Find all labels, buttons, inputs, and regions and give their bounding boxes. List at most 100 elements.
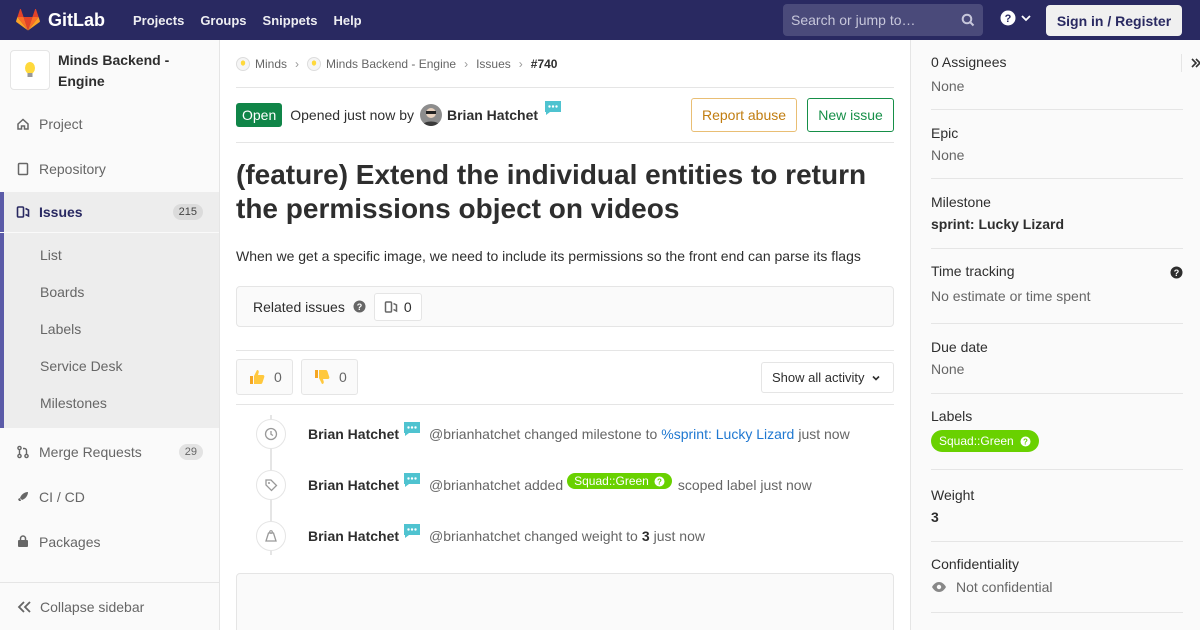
project-header[interactable]: Minds Backend - Engine: [0, 40, 219, 102]
expand-sidebar-button[interactable]: [1181, 54, 1200, 72]
nav-groups[interactable]: Groups: [192, 13, 254, 28]
subnav-milestones[interactable]: Milestones: [40, 395, 107, 411]
new-issue-button[interactable]: New issue: [807, 98, 894, 132]
author-avatar[interactable]: [420, 104, 442, 126]
breadcrumb-label: Minds: [255, 56, 288, 71]
svg-text:?: ?: [657, 477, 662, 486]
sidebar-item-repository[interactable]: Repository: [0, 149, 219, 189]
issues-icon: [16, 205, 30, 219]
due-date-title: Due date: [931, 339, 988, 355]
search-placeholder: Search or jump to…: [791, 12, 916, 28]
sidebar-item-label: Issues: [39, 204, 83, 220]
breadcrumb-issue-number[interactable]: #740: [531, 57, 558, 71]
search-input[interactable]: Search or jump to…: [783, 4, 983, 36]
question-icon[interactable]: ?: [353, 300, 366, 313]
comment-form[interactable]: [236, 573, 894, 630]
related-count-value: 0: [403, 298, 412, 315]
label-badge[interactable]: Squad::Green ?: [931, 430, 1039, 452]
sidebar-item-project[interactable]: Project: [0, 104, 219, 144]
timeline-note: Brian Hatchet @brianhatchet changed mile…: [236, 419, 894, 449]
nav-help[interactable]: Help: [325, 13, 369, 28]
thumbs-up-button[interactable]: 0: [236, 359, 293, 395]
chevron-down-icon: [1021, 15, 1031, 22]
report-abuse-button[interactable]: Report abuse: [691, 98, 797, 132]
breadcrumb: Minds › Minds Backend - Engine › Issues …: [236, 40, 894, 88]
sidebar-item-merge-requests[interactable]: Merge Requests 29: [0, 432, 219, 472]
sidebar-item-label: Project: [39, 116, 83, 132]
breadcrumb-issues[interactable]: Issues: [476, 57, 511, 71]
brand-name: GitLab: [48, 9, 105, 30]
sidebar-item-ci-cd[interactable]: CI / CD: [0, 477, 219, 517]
confidentiality-block: Confidentiality Not confidential: [931, 556, 1183, 613]
time-tracking-title: Time tracking: [931, 263, 1015, 279]
thumbs-down-button[interactable]: 0: [301, 359, 358, 395]
double-chevron-right-icon: [1191, 58, 1200, 68]
subnav-labels[interactable]: Labels: [40, 321, 81, 337]
question-icon[interactable]: ?: [1170, 266, 1183, 279]
top-navbar: GitLab Projects Groups Snippets Help Sea…: [0, 0, 1200, 40]
epic-block: Epic None: [931, 125, 1183, 179]
nav-projects[interactable]: Projects: [125, 13, 192, 28]
weight-icon: [256, 521, 286, 551]
search-icon: [961, 13, 975, 27]
weight-block: Weight 3: [931, 487, 1183, 542]
assignees-block: 0 Assignees None: [931, 54, 1200, 110]
sidebar-item-label: Merge Requests: [39, 444, 142, 460]
collapse-label: Collapse sidebar: [40, 598, 145, 615]
milestone-title: Milestone: [931, 194, 991, 210]
note-author[interactable]: Brian Hatchet: [308, 426, 399, 442]
milestone-value[interactable]: sprint: Lucky Lizard: [931, 216, 1183, 232]
breadcrumb-minds[interactable]: Minds: [236, 56, 288, 71]
sidebar-item-issues[interactable]: Issues 215: [0, 192, 219, 232]
weight-title: Weight: [931, 487, 975, 503]
svg-text:?: ?: [357, 302, 363, 312]
subnav-service-desk[interactable]: Service Desk: [40, 358, 122, 374]
weight-sidebar-value: 3: [931, 509, 939, 525]
merge-icon: [16, 445, 30, 459]
gitlab-logo-link[interactable]: GitLab: [0, 0, 105, 40]
divider: [236, 404, 894, 405]
right-sidebar: 0 Assignees None Epic None Milestone spr…: [910, 40, 1200, 630]
nav-snippets[interactable]: Snippets: [255, 13, 326, 28]
note-author[interactable]: Brian Hatchet: [308, 528, 399, 544]
thumbs-down-icon: [315, 370, 330, 384]
thumbs-down-count: 0: [339, 369, 347, 385]
issue-title: (feature) Extend the individual entities…: [236, 159, 867, 224]
merge-requests-count-badge: 29: [178, 444, 203, 460]
collapse-sidebar-button[interactable]: Collapse sidebar: [0, 582, 219, 630]
help-dropdown[interactable]: ?: [1000, 10, 1032, 26]
due-date-value: None: [931, 361, 965, 377]
scoped-label-badge[interactable]: Squad::Green ?: [567, 473, 672, 489]
subnav-list[interactable]: List: [40, 247, 62, 263]
project-name: Minds Backend - Engine: [58, 52, 170, 89]
related-issues-count[interactable]: 0: [373, 292, 422, 321]
time-tracking-value: No estimate or time spent: [931, 288, 1091, 304]
activity-filter-dropdown[interactable]: Show all activity: [761, 362, 894, 393]
chevron-down-icon: [872, 375, 881, 381]
thumbs-up-count: 0: [274, 369, 282, 385]
milestone-link[interactable]: %sprint: Lucky Lizard: [661, 426, 794, 442]
confidentiality-title: Confidentiality: [931, 556, 1019, 572]
label-text: Squad::Green: [574, 474, 649, 488]
main-content: Minds › Minds Backend - Engine › Issues …: [236, 40, 894, 630]
note-text: @brianhatchet added: [429, 477, 564, 493]
tag-icon: [256, 470, 286, 500]
question-icon: ?: [1020, 436, 1031, 446]
sidebar-item-label: CI / CD: [39, 489, 85, 505]
issue-description: When we get a specific image, we need to…: [236, 248, 861, 264]
divider: [236, 350, 894, 351]
breadcrumb-project[interactable]: Minds Backend - Engine: [307, 56, 457, 71]
lightbulb-icon: [25, 62, 35, 77]
subnav-boards[interactable]: Boards: [40, 284, 84, 300]
sidebar-item-packages[interactable]: Packages: [0, 522, 219, 562]
sign-in-button[interactable]: Sign in / Register: [1046, 5, 1182, 36]
question-icon: ?: [654, 476, 665, 486]
breadcrumb-label: Minds Backend - Engine: [326, 56, 457, 71]
chevron-right-icon: ›: [518, 56, 523, 71]
weight-value: 3: [641, 528, 650, 544]
note-author[interactable]: Brian Hatchet: [308, 477, 399, 493]
author-name[interactable]: Brian Hatchet: [447, 107, 538, 123]
project-avatar-icon: [307, 56, 322, 71]
note-text: @brianhatchet changed weight to: [429, 528, 638, 544]
chat-bubble-icon: [404, 524, 421, 538]
